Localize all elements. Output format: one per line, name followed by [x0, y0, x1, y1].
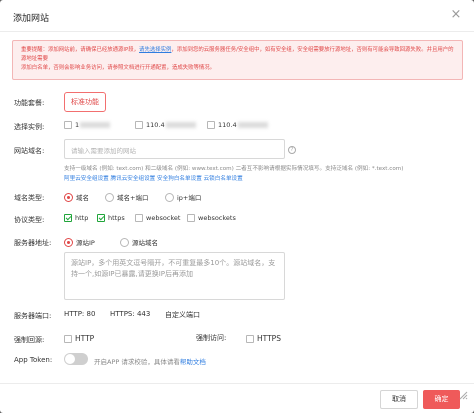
https-port-value: HTTPS: 443 [110, 310, 151, 318]
cancel-button[interactable]: 取消 [380, 390, 418, 409]
protocol-websockets[interactable]: websockets [187, 214, 236, 222]
custom-port-link[interactable]: 自定义端口 [165, 310, 200, 320]
server-origin-domain[interactable]: 源站域名 [120, 237, 158, 247]
alert-link-select-instance[interactable]: 请先选择实例 [139, 47, 171, 53]
protocol-http[interactable]: http [64, 214, 88, 222]
protocol-websocket[interactable]: websocket [135, 214, 180, 222]
instance-option-1[interactable]: 1 [64, 121, 111, 129]
alert-text-1: 重要提醒：添加网站前，请确保已经放通源IP段， [21, 47, 140, 53]
dialog-header: 添加网站 × [0, 0, 474, 32]
instance-label: 选择实例: [14, 123, 45, 131]
dialog-title: 添加网站 [13, 14, 50, 24]
domain-input[interactable]: 请输入需要添加的网站 [64, 139, 285, 159]
warning-alert: 重要提醒：添加网站前，请确保已经放通源IP段，请先选择实例，添加到您的云服务器任… [12, 40, 463, 80]
help-icon[interactable]: ? [288, 146, 296, 154]
instance-checkbox-1[interactable] [64, 121, 72, 129]
protocol-https[interactable]: https [97, 214, 125, 222]
instance-option-3[interactable]: 110.4 [207, 121, 268, 129]
force-visit-label: 强制访问: [196, 334, 227, 342]
alert-text-3: 添加白名单，否则会影响业务访问，请参照文档进行开通配置，造成失败等情况。 [21, 65, 216, 71]
protocol-label: 协议类型: [14, 216, 45, 224]
domain-type-domain-port[interactable]: 域名+端口 [105, 192, 148, 202]
instance-option-2[interactable]: 110.4 [135, 121, 196, 129]
close-icon[interactable]: × [449, 8, 463, 22]
add-site-dialog: 添加网站 × 重要提醒：添加网站前，请确保已经放通源IP段，请先选择实例，添加到… [0, 0, 474, 413]
force-visit-https[interactable]: HTTPS [246, 334, 281, 343]
app-token-desc: 开启APP 请求校验，具体请看帮助文档 [94, 358, 206, 366]
domain-help-text: 支持一级域名 (例如: text.com) 和二级域名 (例如: www.tex… [64, 166, 404, 172]
instance-checkbox-2[interactable] [135, 121, 143, 129]
origin-address-textarea[interactable]: 源站IP，多个用英文逗号隔开，不可重复最多10个。源站域名，支持一个,如源IP已… [64, 252, 285, 300]
server-label: 服务器地址: [14, 239, 52, 247]
resize-handle-icon[interactable] [458, 390, 468, 400]
package-label: 功能套餐: [14, 99, 45, 107]
domain-type-ip-port[interactable]: ip+端口 [165, 192, 201, 202]
http-port-value: HTTP: 80 [64, 310, 96, 318]
domain-type-label: 域名类型: [14, 194, 45, 202]
server-origin-ip[interactable]: 源站IP [64, 237, 95, 247]
app-token-toggle[interactable] [64, 353, 88, 365]
help-doc-link[interactable]: 帮助文档 [180, 358, 206, 366]
instance-checkbox-3[interactable] [207, 121, 215, 129]
security-group-links[interactable]: 阿里云安全组设置 腾讯云安全组设置 安全狗白名单设置 云锁白名单设置 [64, 174, 243, 182]
confirm-button[interactable]: 确定 [423, 390, 460, 409]
domain-label: 网站域名: [14, 147, 45, 155]
force-back-http[interactable]: HTTP [64, 334, 94, 343]
force-back-label: 强制回源: [14, 336, 45, 344]
port-label: 服务器端口: [14, 312, 52, 320]
domain-type-domain[interactable]: 域名 [64, 192, 89, 202]
package-standard-button[interactable]: 标准功能 [64, 92, 106, 112]
app-token-label: App Token: [14, 356, 53, 364]
